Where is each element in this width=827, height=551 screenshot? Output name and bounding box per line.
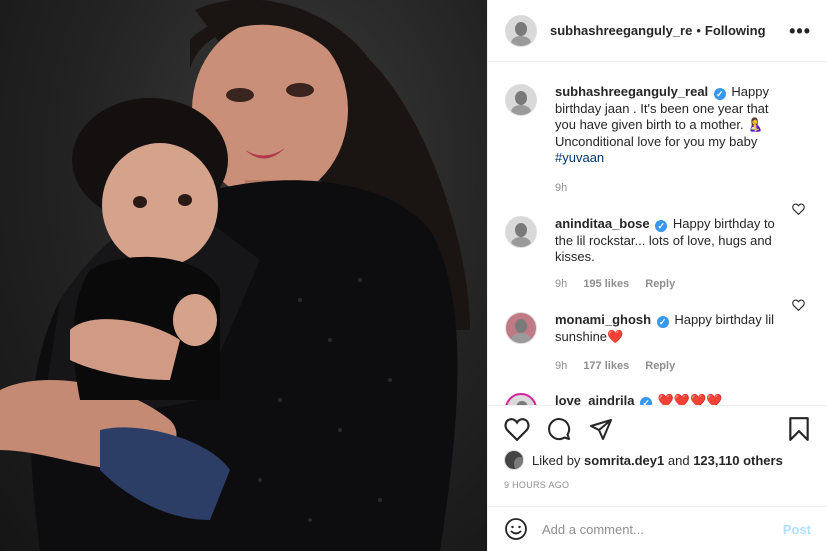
reply-button[interactable]: Reply [645,360,675,372]
post-actions: Liked by somrita.dey1 and 123,110 others… [488,405,827,490]
like-comment-heart-icon[interactable] [792,203,805,215]
save-bookmark-icon[interactable] [787,416,811,442]
like-comment-heart-icon[interactable] [792,299,805,311]
verified-badge-icon: ✓ [640,396,653,405]
photo-illustration [0,0,470,551]
likes-summary: Liked by somrita.dey1 and 123,110 others [504,450,811,470]
comment-username[interactable]: aninditaa_bose [555,216,650,231]
comment: aninditaa_bose ✓ Happy birthday to the l… [505,196,811,292]
caption-username[interactable]: subhashreeganguly_real [555,84,708,99]
separator-dot: • [696,23,701,38]
comment: love_aindrila ✓ ❤️❤️❤️❤️ [505,375,811,406]
comment-likes[interactable]: 177 likes [583,360,629,372]
post-timestamp[interactable]: 9 HOURS AGO [504,480,811,490]
add-comment-bar: Post [488,506,827,551]
verified-badge-icon: ✓ [656,316,669,328]
comment-username[interactable]: monami_ghosh [555,312,651,327]
post-comment-button[interactable]: Post [783,522,811,537]
post-sidebar: subhashreeganguly_re • Following ••• sub… [487,0,827,551]
hashtag-link[interactable]: #yuvaan [555,150,604,165]
avatar[interactable] [505,14,537,47]
avatar[interactable] [505,392,537,405]
comment-username[interactable]: love_aindrila [555,393,634,406]
verified-badge-icon: ✓ [713,88,726,100]
red-heart-emoji: ❤️ [607,328,624,344]
verified-badge-icon: ✓ [655,220,668,232]
post-header: subhashreeganguly_re • Following ••• [488,0,827,62]
comment-text: ❤️❤️❤️❤️ [657,392,723,406]
like-heart-icon[interactable] [504,417,530,441]
comment: monami_ghosh ✓ Happy birthday lil sunshi… [505,292,811,375]
more-options-icon[interactable]: ••• [789,22,811,40]
caption-time: 9h [555,181,568,194]
liked-by-user[interactable]: somrita.dey1 [584,453,664,468]
comment-time: 9h [555,277,568,290]
avatar[interactable] [504,450,524,470]
comments-list[interactable]: subhashreeganguly_real ✓ Happy birthday … [488,63,827,405]
liked-by-others[interactable]: 123,110 others [693,453,783,468]
following-button[interactable]: Following [705,23,766,38]
liked-by-and: and [667,452,690,468]
liked-by-prefix: Liked by [532,452,581,468]
avatar[interactable] [505,84,537,116]
avatar[interactable] [505,216,537,248]
post-photo[interactable] [0,0,487,551]
reply-button[interactable]: Reply [645,278,675,290]
comment-time: 9h [555,360,568,372]
avatar[interactable] [505,312,537,344]
comment-bubble-icon[interactable] [546,417,572,441]
caption: subhashreeganguly_real ✓ Happy birthday … [505,63,811,196]
add-comment-input[interactable] [542,521,783,537]
share-paper-plane-icon[interactable] [588,417,614,441]
emoji-smiley-icon[interactable] [504,517,528,541]
header-username[interactable]: subhashreeganguly_re [550,23,692,38]
comment-likes[interactable]: 195 likes [583,278,629,290]
instagram-post: subhashreeganguly_re • Following ••• sub… [0,0,827,551]
